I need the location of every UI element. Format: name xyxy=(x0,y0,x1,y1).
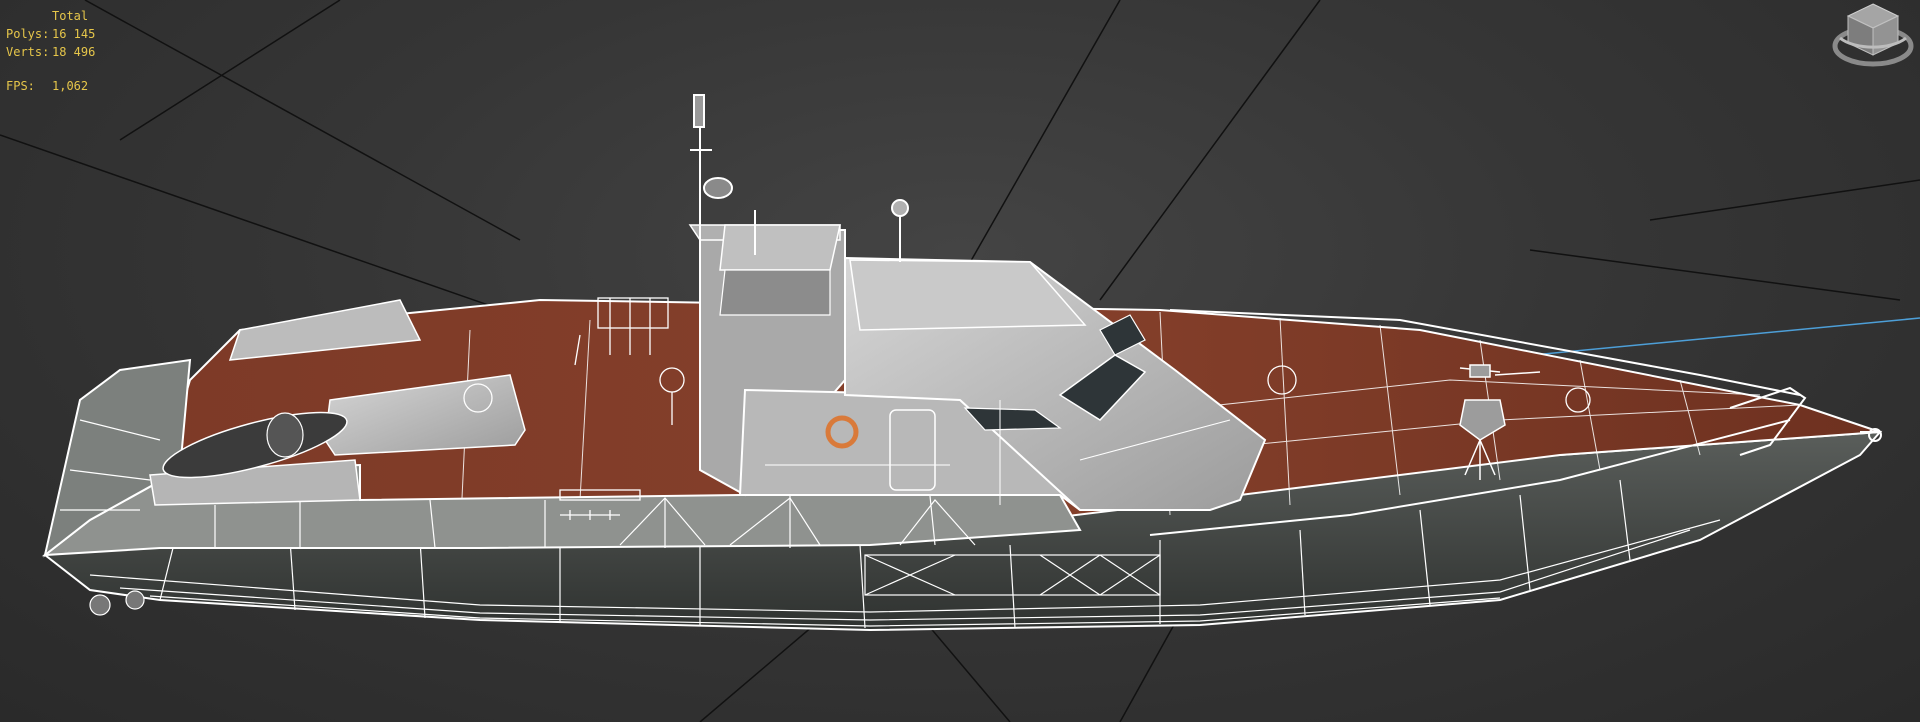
polys-label: Polys: xyxy=(6,27,50,41)
stats-header: Total xyxy=(52,9,89,23)
verts-label: Verts: xyxy=(6,45,50,59)
fps-value: 1,062 xyxy=(52,79,89,93)
verts-value: 18 496 xyxy=(52,45,96,59)
3d-viewport[interactable]: Total Polys: 16 145 Verts: 18 496 FPS: 1… xyxy=(0,0,1920,722)
viewport-statistics: Total Polys: 16 145 Verts: 18 496 FPS: 1… xyxy=(6,7,95,95)
viewcube-icon[interactable] xyxy=(1828,0,1918,72)
fps-label: FPS: xyxy=(6,79,35,93)
polys-value: 16 145 xyxy=(52,27,96,41)
scene-canvas[interactable] xyxy=(0,0,1920,722)
